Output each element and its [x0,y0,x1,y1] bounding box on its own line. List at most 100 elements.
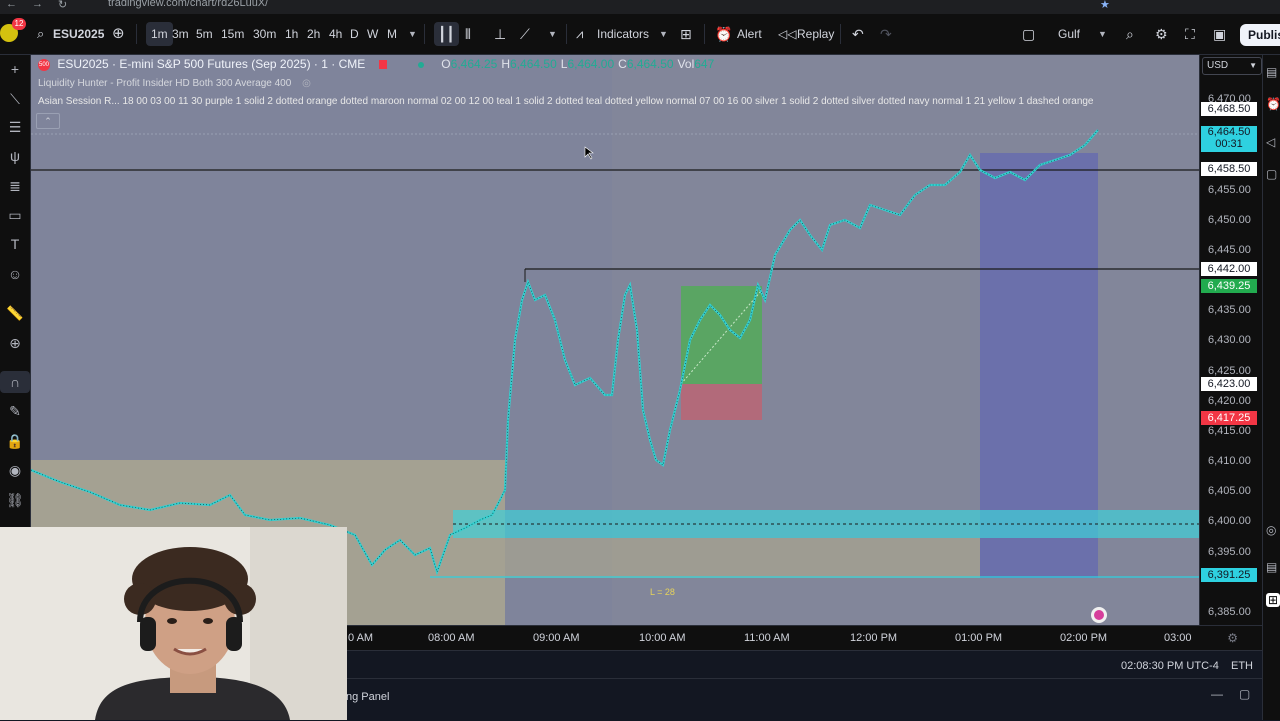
chevron-down-icon[interactable]: ▼ [548,14,557,54]
layout-name-button[interactable]: Gulf [1058,14,1080,54]
eye-icon[interactable]: ◉ [0,462,30,479]
fib-icon[interactable]: ≣ [0,178,30,195]
calendar-icon[interactable]: ◎ [1266,523,1276,537]
ohlc-value-l: 6,464.00 [567,57,615,71]
currency-select[interactable]: USD ▼ [1202,57,1262,75]
collapse-legend-button[interactable]: ⌃ [36,113,60,129]
candles-icon[interactable]: ┃┃ [434,22,459,46]
gear-icon[interactable]: ⚙ [1227,631,1238,645]
maximize-icon[interactable]: ▢ [1239,687,1250,701]
indicators-button[interactable]: Indicators [597,14,649,54]
timeframe-4h[interactable]: 4h [329,14,342,54]
link-icon[interactable]: ⛓ [0,492,30,509]
flag-icon[interactable] [378,60,387,70]
price-label: 6,415.00 [1208,424,1251,437]
line-chart-icon[interactable]: ⟋ [520,14,530,54]
crosshair-icon[interactable]: + [0,61,30,77]
grid-icon[interactable]: ⊞ [1266,593,1280,607]
ohlc-label-o: O [441,57,451,71]
news-icon[interactable]: ▢ [1266,167,1277,181]
url-text[interactable]: tradingview.com/chart/rd26LuuX/ [108,0,268,9]
notes-icon[interactable]: ▤ [1266,560,1277,574]
reload-icon[interactable]: ↻ [58,0,67,11]
replay-button[interactable]: Replay [797,14,834,54]
redo-icon[interactable]: ↷ [880,14,892,54]
templates-grid-icon[interactable]: ⊞ [680,14,692,54]
timeframe-5m[interactable]: 5m [196,14,213,54]
time-label: 11:00 AM [744,632,790,644]
watchlist-icon[interactable]: ▤ [1266,65,1277,79]
time-label: 10:00 AM [639,632,686,644]
timeframe-d[interactable]: D [350,14,359,54]
quick-search-icon[interactable]: ⌕ [1126,14,1134,54]
timeframe-w[interactable]: W [367,14,378,54]
symbol-search-button[interactable]: ESU2025 [53,14,104,54]
timeframe-1m[interactable]: 1m [146,22,173,46]
timeframe-15m[interactable]: 15m [221,14,244,54]
publish-button[interactable]: Publish [1240,24,1280,46]
price-badge: 6,417.25 [1201,411,1257,426]
timeframe-30m[interactable]: 30m [253,14,276,54]
trading-panel-tab[interactable]: ng Panel [346,691,389,703]
emoji-icon[interactable]: ☺ [0,266,30,282]
rectangle-icon[interactable]: ▭ [0,207,30,224]
indicator-liquidity-hunter[interactable]: Liquidity Hunter - Profit Insider HD Bot… [38,78,311,89]
camera-icon[interactable]: ▣ [1213,14,1226,54]
price-label: 6,445.00 [1208,243,1251,256]
alarm-clock-icon[interactable]: ⏰ [715,14,732,54]
webcam-overlay [0,527,347,720]
lock-drawing-icon[interactable]: ✎ [0,403,30,420]
lock-icon[interactable]: 🔒 [0,433,30,450]
time-label: 0 AM [348,632,374,644]
zoom-icon[interactable]: ⊕ [0,335,30,352]
symbol-title[interactable]: ESU2025 · E-mini S&P 500 Futures (Sep 20… [57,57,365,71]
price-label: 6,450.00 [1208,213,1251,226]
fullscreen-square-icon[interactable]: ▢ [1022,14,1035,54]
timeframe-1h[interactable]: 1h [285,14,298,54]
chart-legend: 500 ESU2025 · E-mini S&P 500 Futures (Se… [38,57,718,71]
price-badge: 6,391.25 [1201,568,1257,583]
price-badge: 6,468.50 [1201,102,1257,117]
ohlc-value-c: 6,464.50 [626,57,674,71]
ohlc-value-h: 6,464.50 [510,57,557,71]
timeframe-3m[interactable]: 3m [172,14,189,54]
price-badge: 6,458.50 [1201,162,1257,177]
indicator-label: Liquidity Hunter - Profit Insider HD Bot… [38,78,292,89]
eye-icon[interactable]: ◎ [302,78,311,89]
chevron-down-icon[interactable]: ▼ [1098,14,1107,54]
time-label: 01:00 PM [955,632,1003,644]
bar-type-icon[interactable]: ⫴ [465,14,471,54]
ruler-icon[interactable]: 📏 [0,305,30,322]
forward-icon[interactable]: → [32,0,43,10]
price-label: 6,405.00 [1208,485,1251,498]
text-icon[interactable]: T [0,236,30,252]
fullscreen-icon[interactable]: ⛶ [1185,14,1195,54]
compare-add-icon[interactable]: ⊕ [112,14,125,54]
clock[interactable]: 02:08:30 PM UTC-4 [1121,660,1219,672]
timeframe-2h[interactable]: 2h [307,14,320,54]
chevron-down-icon[interactable]: ▼ [408,14,417,54]
magnet-icon[interactable]: ∩ [0,371,30,393]
timeframe-m[interactable]: M [387,14,397,54]
alert-button[interactable]: Alert [737,14,762,54]
pitchfork-icon[interactable]: ψ [0,148,30,164]
bookmark-star-icon[interactable]: ★ [1100,0,1110,11]
chevron-down-icon[interactable]: ▼ [659,14,668,54]
trend-line-icon[interactable]: ⟍ [0,91,30,108]
price-axis[interactable]: 6,470.00 6,455.00 6,450.00 6,445.00 6,435.00… [1199,55,1263,625]
indicator-asian-session[interactable]: Asian Session R... 18 00 03 00 11 30 pur… [38,96,1188,107]
horizontal-lines-icon[interactable]: ☰ [0,119,30,136]
gear-icon[interactable]: ⚙ [1155,14,1168,54]
undo-icon[interactable]: ↶ [852,14,864,54]
back-icon[interactable]: ← [6,0,17,10]
bars-icon[interactable]: ⊥ [494,14,506,54]
price-badge-countdown: 00:31 [1215,138,1243,151]
replay-icon[interactable]: ◁◁ [778,14,796,54]
alerts-icon[interactable]: ⏰ [1266,97,1280,111]
minimize-icon[interactable]: — [1211,687,1223,701]
search-icon[interactable]: ⌕ [37,14,44,54]
price-label: 6,430.00 [1208,334,1251,347]
chat-icon[interactable]: ◁ [1266,135,1275,149]
session-toggle[interactable]: ETH [1231,660,1253,672]
indicators-icon[interactable]: ⩘ [576,14,583,54]
